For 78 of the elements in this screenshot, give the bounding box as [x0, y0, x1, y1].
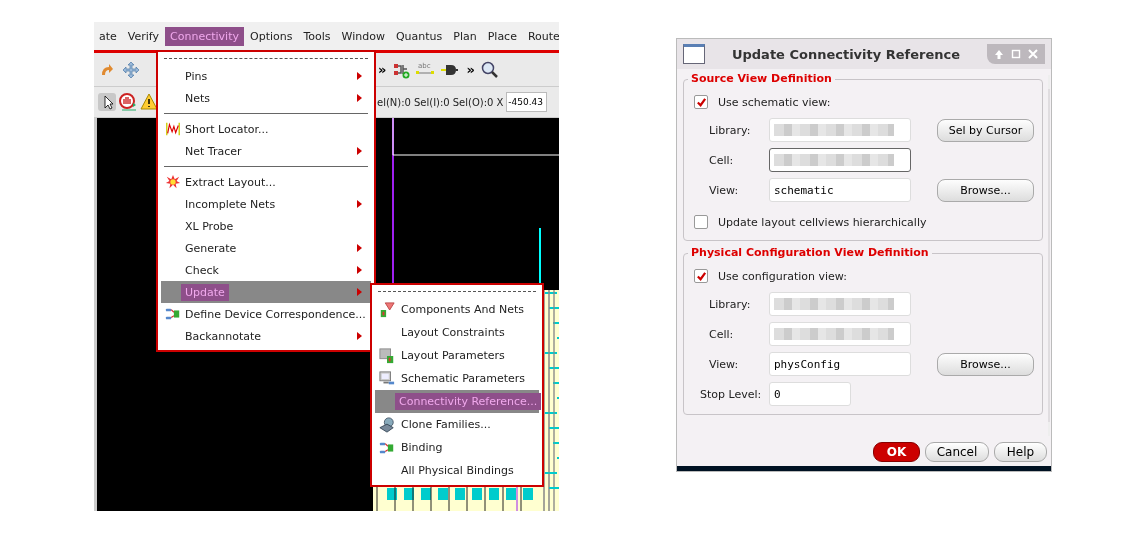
dialog-button[interactable]: Browse...	[937, 178, 1034, 202]
menu-bar-item[interactable]: Tools	[298, 26, 336, 46]
coordinate-field[interactable]: -450.43	[506, 92, 548, 112]
more-tools-button[interactable]: »	[378, 62, 387, 77]
menu-item[interactable]: All Physical Bindings	[399, 462, 525, 479]
field-label: Cell:	[708, 327, 735, 341]
status-text: Sel(I):0	[413, 96, 450, 108]
input-field[interactable]: schematic	[769, 178, 911, 202]
dialog-button[interactable]: Browse...	[937, 352, 1034, 376]
field-label: View:	[708, 357, 740, 371]
checkbox-label: Use schematic view:	[718, 95, 831, 109]
menu-bar-item[interactable]: Options	[245, 26, 298, 46]
window-icon	[683, 44, 705, 64]
menu-item[interactable]: Check	[185, 261, 357, 279]
field-label: Stop Level:	[699, 387, 763, 401]
menu-bar-item[interactable]: Verify	[122, 26, 165, 46]
burst-icon	[165, 174, 181, 190]
menu-bar-item[interactable]: Quantus	[390, 26, 448, 46]
status-text: el(N):0	[377, 96, 411, 108]
dialog-button[interactable]: Help	[994, 442, 1047, 462]
search-icon[interactable]	[480, 60, 499, 79]
short-locator-icon	[165, 121, 181, 137]
input-field[interactable]	[769, 148, 911, 172]
more-tools-button[interactable]: »	[466, 62, 475, 77]
menu-item[interactable]: Net Tracer	[185, 142, 357, 160]
checkbox[interactable]	[694, 269, 708, 283]
checkbox-label: Use configuration view:	[718, 269, 847, 283]
tear-off-line[interactable]	[164, 58, 368, 59]
menu-item[interactable]: Layout Constraints	[399, 324, 525, 341]
menu-item[interactable]: Binding	[399, 439, 525, 456]
group-title: Source View Definition	[688, 72, 835, 85]
clone-icon	[379, 416, 395, 433]
field-label: Cell:	[708, 153, 735, 167]
checkbox[interactable]	[694, 95, 708, 109]
status-text: Sel(O):0	[452, 96, 494, 108]
monitor-icon	[379, 370, 395, 387]
field-label: Library:	[708, 297, 752, 311]
menu-item[interactable]: Generate	[185, 239, 357, 257]
checkbox[interactable]	[694, 215, 708, 229]
dialog-button[interactable]: Cancel	[925, 442, 989, 462]
menu-bar-item[interactable]: Route	[522, 26, 559, 46]
menu-item[interactable]: Define Device Correspondence...	[185, 305, 366, 323]
group-title: Physical Configuration View Definition	[688, 246, 932, 259]
close-button[interactable]	[1027, 48, 1039, 60]
field-label: View:	[708, 183, 740, 197]
menu-bar-item[interactable]: Place	[482, 26, 522, 46]
input-field[interactable]: 0	[769, 382, 851, 406]
menu-item[interactable]: Pins	[185, 67, 357, 85]
field-label: Library:	[708, 123, 752, 137]
tear-off-line[interactable]	[378, 291, 536, 292]
shade-button[interactable]	[993, 48, 1005, 60]
menu-bar-item[interactable]: ate	[94, 26, 122, 46]
dialog-button[interactable]: OK	[873, 442, 920, 462]
menu-item[interactable]: Incomplete Nets	[185, 195, 357, 213]
menu-bar-item[interactable]: Plan	[448, 26, 482, 46]
menu-item[interactable]: Schematic Parameters	[399, 370, 528, 387]
layout-parameters-icon	[379, 347, 395, 364]
stop-hand-icon[interactable]	[119, 93, 137, 111]
components-icon	[379, 301, 395, 318]
menu-item[interactable]: Short Locator...	[185, 120, 357, 138]
checkbox-label: Update layout cellviews hierarchically	[718, 215, 927, 229]
menu-item[interactable]: Layout Parameters	[399, 347, 525, 364]
maximize-button[interactable]	[1010, 48, 1022, 60]
menu-bar-item[interactable]: Window	[336, 26, 390, 46]
menu-item[interactable]: Extract Layout...	[185, 173, 357, 191]
menu-item[interactable]: Clone Families...	[399, 416, 525, 433]
pointer-icon[interactable]	[98, 93, 116, 111]
menu-item[interactable]: Nets	[185, 89, 357, 107]
menu-item[interactable]: Components And Nets	[399, 301, 527, 318]
dialog-button[interactable]: Sel by Cursor	[937, 118, 1034, 142]
warning-icon[interactable]	[140, 93, 158, 111]
move-arrows-icon[interactable]	[122, 60, 140, 79]
device-pair-icon	[165, 306, 181, 322]
window-title: Update Connectivity Reference	[730, 46, 962, 62]
menu-item[interactable]: XL Probe	[185, 217, 357, 235]
input-field[interactable]: physConfig	[769, 352, 911, 376]
status-text: X	[496, 96, 504, 108]
menu-item[interactable]: Backannotate	[185, 327, 357, 345]
